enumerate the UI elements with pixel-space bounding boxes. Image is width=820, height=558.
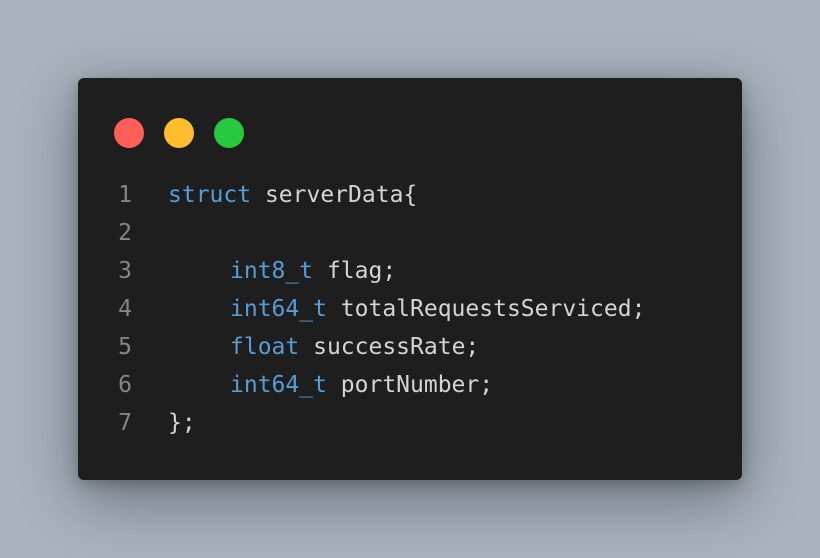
maximize-window-button[interactable]	[214, 118, 244, 148]
line-number: 1	[118, 182, 132, 208]
minimize-window-button[interactable]	[164, 118, 194, 148]
line-number: 3	[118, 258, 132, 284]
code-text: portNumber;	[326, 372, 494, 398]
code-line-3: 3 int8_t flag;	[78, 252, 742, 290]
keyword-token: float	[230, 334, 300, 360]
line-content: struct serverData{	[168, 176, 417, 214]
code-text: serverData{	[251, 182, 418, 208]
close-window-button[interactable]	[114, 118, 144, 148]
code-line-2: 2	[78, 214, 742, 252]
code-line-1: 1 struct serverData{	[78, 176, 742, 214]
code-line-5: 5 float successRate;	[78, 328, 742, 366]
keyword-token: int64_t	[230, 372, 327, 398]
line-number: 6	[118, 372, 132, 398]
line-content: float successRate;	[168, 328, 479, 366]
line-content: };	[168, 404, 196, 442]
code-window: 1 struct serverData{ 2 3 int8_t flag; 4 …	[78, 78, 742, 480]
line-number: 7	[118, 410, 132, 436]
line-number: 5	[118, 334, 132, 360]
code-line-4: 4 int64_t totalRequestsServiced;	[78, 290, 742, 328]
code-text: totalRequestsServiced;	[326, 296, 646, 322]
code-text: successRate;	[299, 334, 480, 360]
code-line-6: 6 int64_t portNumber;	[78, 366, 742, 404]
line-content: int64_t totalRequestsServiced;	[168, 290, 645, 328]
code-text: };	[168, 410, 196, 436]
code-line-7: 7 };	[78, 404, 742, 442]
keyword-token: int8_t	[230, 258, 314, 284]
keyword-token: int64_t	[230, 296, 327, 322]
line-content: int8_t flag;	[168, 252, 396, 290]
code-text: flag;	[313, 258, 397, 284]
window-controls	[114, 118, 244, 148]
line-number: 2	[118, 220, 132, 246]
keyword-token: struct	[168, 182, 252, 208]
line-content: int64_t portNumber;	[168, 366, 493, 404]
line-number: 4	[118, 296, 132, 322]
code-block: 1 struct serverData{ 2 3 int8_t flag; 4 …	[78, 176, 742, 442]
